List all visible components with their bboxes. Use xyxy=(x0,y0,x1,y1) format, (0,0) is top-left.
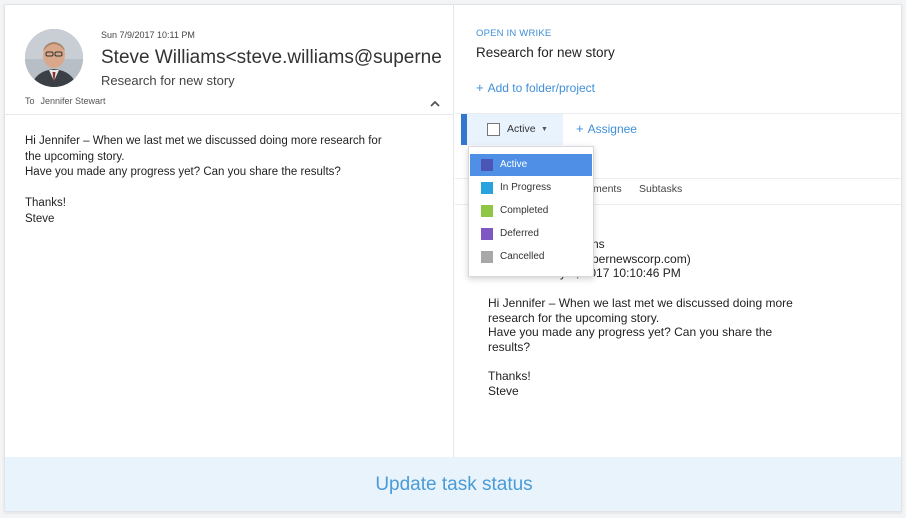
description-line: Steve xyxy=(488,384,519,398)
status-swatch xyxy=(481,159,493,171)
email-recipient: To Jennifer Stewart xyxy=(25,96,106,106)
status-dropdown-menu: Active In Progress Completed Deferred Ca… xyxy=(468,146,594,277)
chevron-up-icon[interactable] xyxy=(428,97,442,109)
status-option-active[interactable]: Active xyxy=(470,154,592,176)
avatar xyxy=(25,29,83,87)
plus-icon: + xyxy=(476,80,484,95)
status-option-label: Cancelled xyxy=(500,251,545,262)
status-label: Active xyxy=(507,123,536,135)
description-line: Hi Jennifer – When we last met we discus… xyxy=(488,295,793,310)
email-body-line: the upcoming story. xyxy=(25,150,125,163)
email-date: Sun 7/9/2017 10:11 PM xyxy=(101,30,195,40)
status-option-label: Active xyxy=(500,159,528,170)
add-assignee-label: Assignee xyxy=(587,122,637,136)
plus-icon: + xyxy=(576,121,584,136)
status-swatch xyxy=(481,251,493,263)
task-title: Research for new story xyxy=(476,45,615,60)
app-frame: Sun 7/9/2017 10:11 PM Steve Williams<ste… xyxy=(4,4,902,512)
add-folder-button[interactable]: + Add to folder/project xyxy=(476,80,595,95)
status-option-label: In Progress xyxy=(500,182,552,193)
divider xyxy=(5,114,454,115)
caret-down-icon: ▼ xyxy=(541,126,548,133)
tab-comments[interactable]: ments xyxy=(593,183,622,195)
status-swatch xyxy=(481,205,493,217)
status-swatch xyxy=(481,182,493,194)
status-option-deferred[interactable]: Deferred xyxy=(470,223,592,245)
email-body: Hi Jennifer – When we last met we discus… xyxy=(25,134,425,227)
email-body-line: Steve xyxy=(25,212,55,225)
email-pane: Sun 7/9/2017 10:11 PM Steve Williams<ste… xyxy=(5,5,454,457)
add-assignee-button[interactable]: + Assignee xyxy=(576,121,637,136)
add-folder-label: Add to folder/project xyxy=(487,81,595,95)
status-option-label: Deferred xyxy=(500,228,539,239)
caption-banner: Update task status xyxy=(5,457,901,511)
email-body-line: Thanks! xyxy=(25,197,66,209)
description-line: research for the upcoming story. xyxy=(488,310,660,325)
caption-text: Update task status xyxy=(375,474,533,495)
status-option-completed[interactable]: Completed xyxy=(470,200,592,222)
status-option-label: Completed xyxy=(500,205,549,216)
status-option-cancelled[interactable]: Cancelled xyxy=(470,246,592,268)
description-line: Have you made any progress yet? Can you … xyxy=(488,325,773,340)
tab-subtasks[interactable]: Subtasks xyxy=(639,183,682,195)
open-in-wrike-link[interactable]: OPEN IN WRIKE xyxy=(476,28,551,39)
email-subject: Research for new story xyxy=(101,73,235,88)
description-line: Thanks! xyxy=(488,369,531,384)
to-label: To xyxy=(25,96,35,106)
description-line: results? xyxy=(488,339,531,354)
status-option-in-progress[interactable]: In Progress xyxy=(470,177,592,199)
email-sender: Steve Williams<steve.williams@supernewsc… xyxy=(101,47,441,68)
status-dropdown-button[interactable]: Active ▼ xyxy=(467,114,563,145)
email-body-line: Hi Jennifer – When we last met we discus… xyxy=(25,135,382,147)
status-swatch xyxy=(481,228,493,240)
task-complete-checkbox[interactable] xyxy=(487,123,500,136)
recipient-name: Jennifer Stewart xyxy=(40,96,106,106)
email-body-line: Have you made any progress yet? Can you … xyxy=(25,166,341,178)
